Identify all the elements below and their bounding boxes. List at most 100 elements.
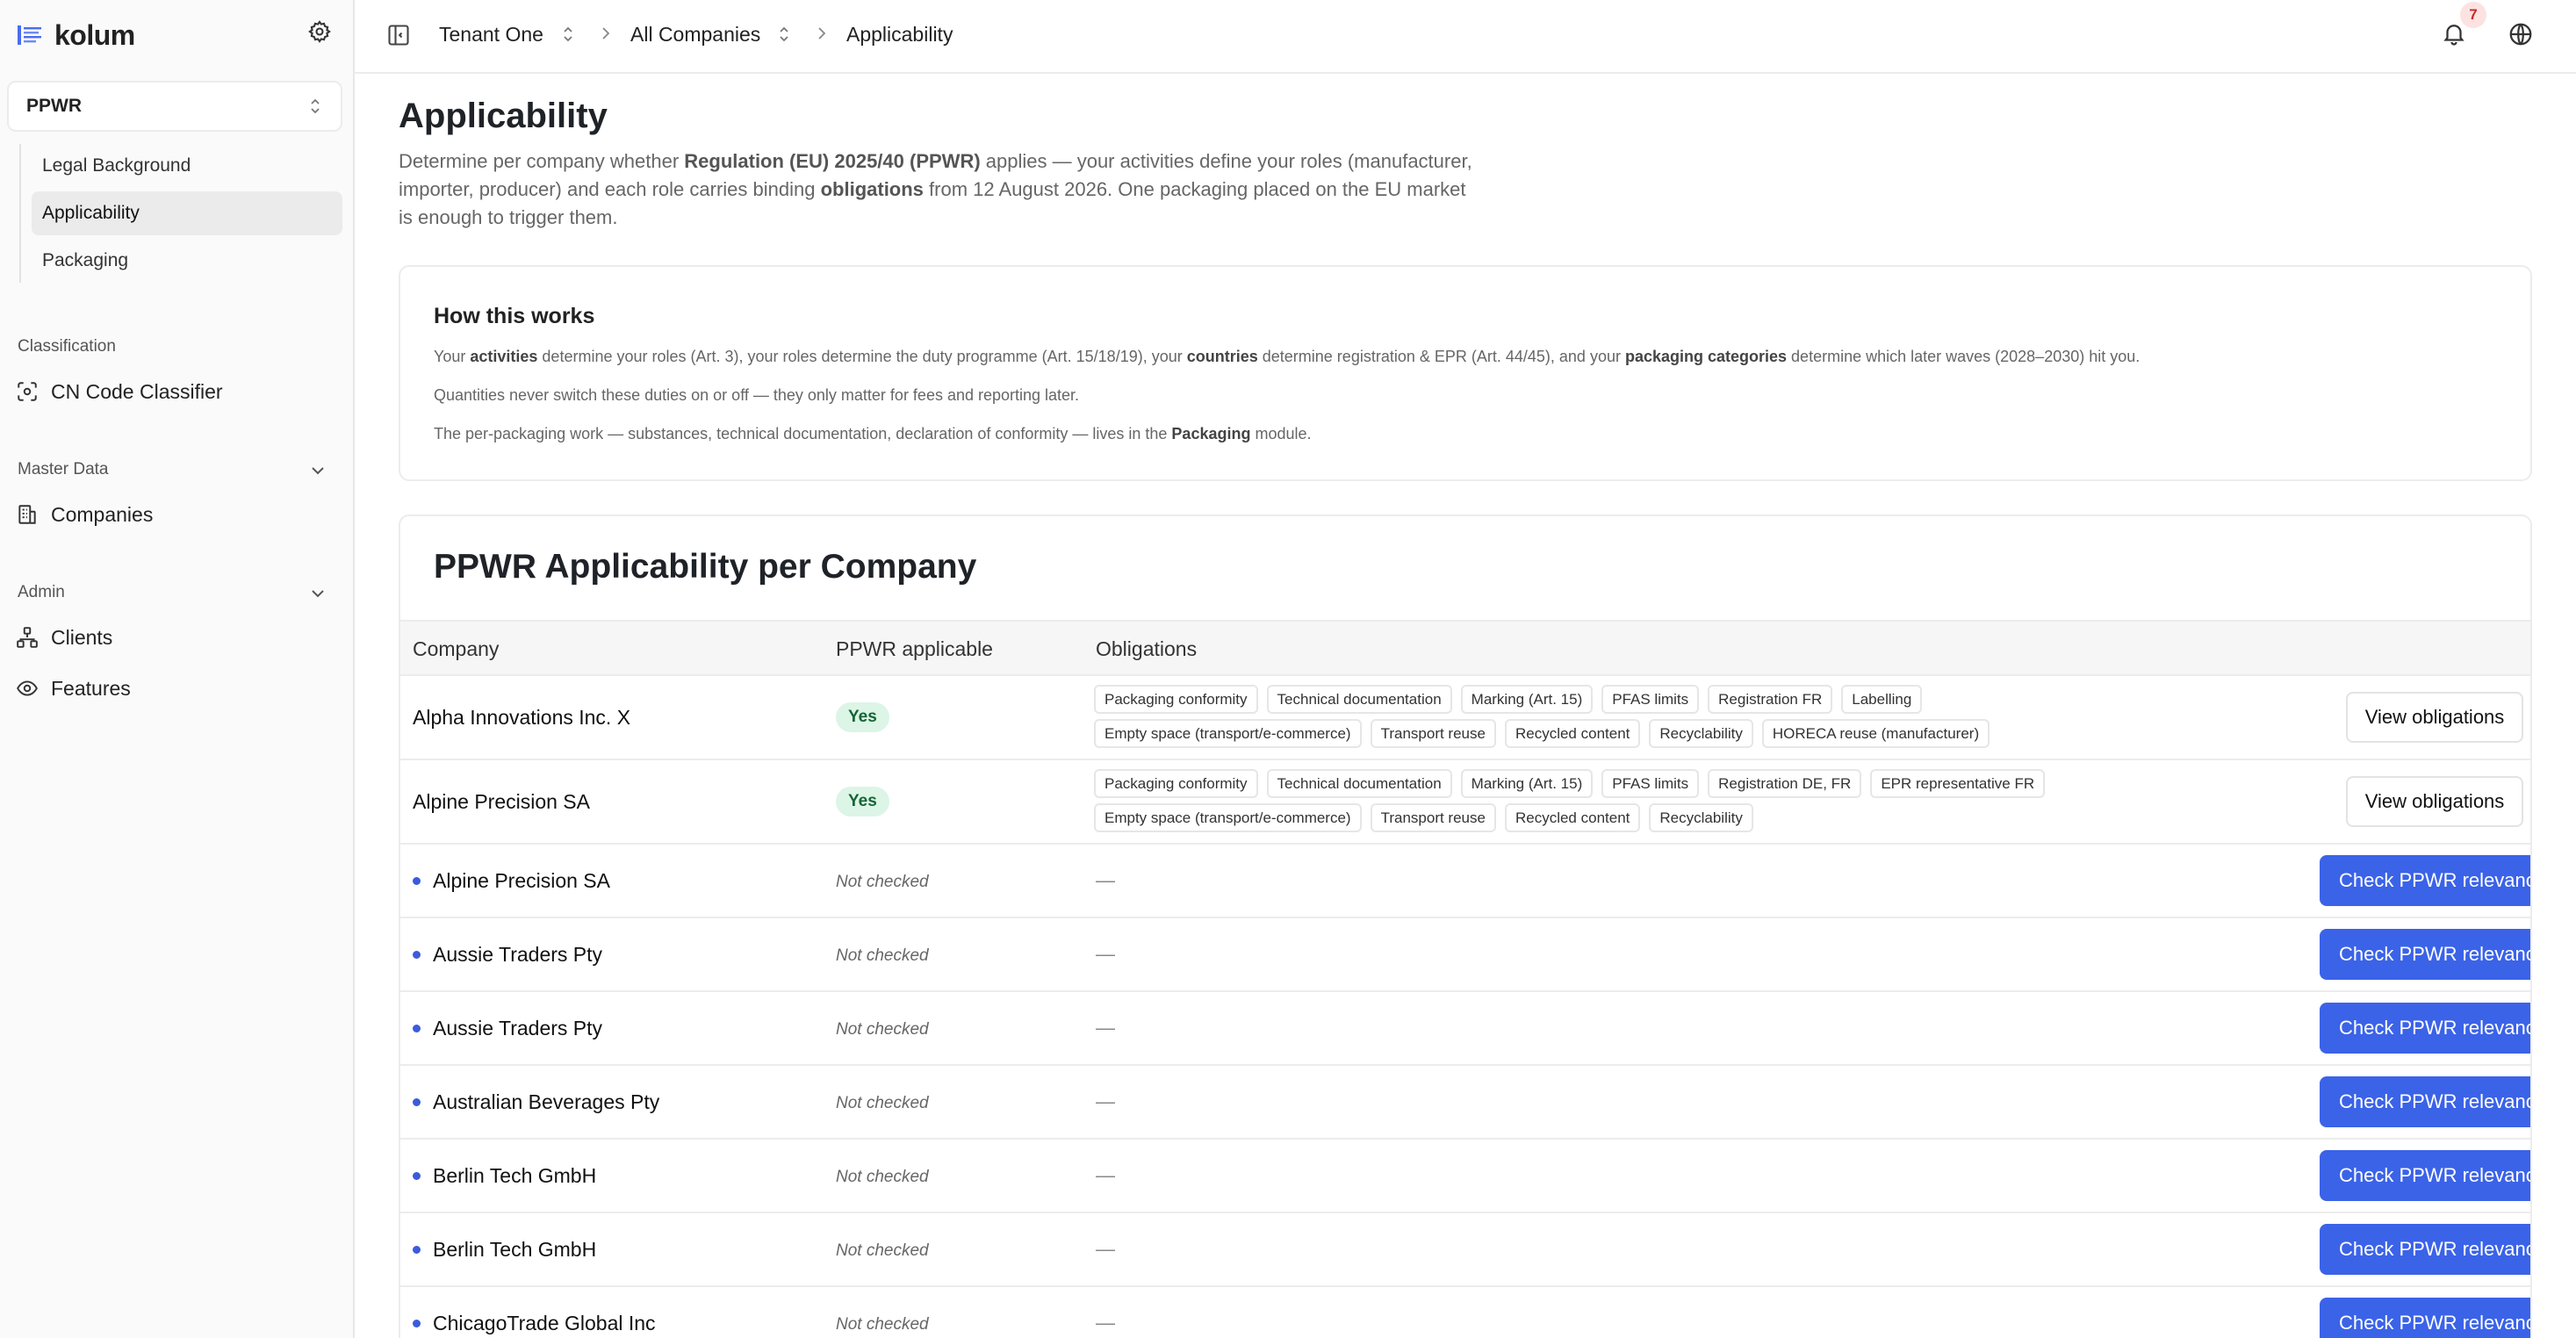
how-line-1: Your activities determine your roles (Ar… <box>434 348 2140 366</box>
tag-row: Empty space (transport/e-commerce) Trans… <box>1094 803 2077 832</box>
obligation-tags: Packaging conformity Technical documenta… <box>1094 685 2077 753</box>
obligations-empty: — <box>1096 1090 1115 1112</box>
chevron-updown-icon[interactable] <box>776 23 792 46</box>
sidebar: kolum PPWR Legal Background Applicabilit… <box>0 0 355 1338</box>
table-header: Company PPWR applicable Obligations <box>400 620 2530 676</box>
table-row: Alpine Precision SA Not checked — Check … <box>400 845 2530 918</box>
check-ppwr-relevance-button[interactable]: Check PPWR relevance <box>2320 1224 2530 1275</box>
how-emphasis: packaging categories <box>1624 348 1788 365</box>
how-emphasis: countries <box>1186 348 1258 365</box>
status-text: Not checked <box>836 1168 929 1186</box>
how-text: Your <box>434 348 471 365</box>
company-cell: Aussie Traders Pty <box>413 943 602 967</box>
breadcrumb-tenant[interactable]: Tenant One <box>439 21 543 47</box>
table-row: Aussie Traders Pty Not checked — Check P… <box>400 918 2530 992</box>
company-cell: Berlin Tech GmbH <box>413 1164 596 1188</box>
notification-badge: 7 <box>2460 2 2486 28</box>
check-ppwr-relevance-button[interactable]: Check PPWR relevance <box>2320 855 2530 906</box>
breadcrumb-companies[interactable]: All Companies <box>630 21 760 47</box>
sidebar-item-clients[interactable]: Clients <box>16 620 112 655</box>
obligations-empty: — <box>1096 1017 1115 1039</box>
module-subnav: Legal Background Applicability Packaging <box>32 144 342 286</box>
status-dot <box>413 951 421 959</box>
table-row: Berlin Tech GmbH Not checked — Check PPW… <box>400 1140 2530 1213</box>
obligation-tag: Registration DE, FR <box>1708 769 1862 798</box>
sidebar-item-cn-code-classifier[interactable]: CN Code Classifier <box>16 374 223 409</box>
obligation-tag: PFAS limits <box>1601 769 1700 798</box>
status-text: Not checked <box>836 1020 929 1039</box>
status-dot <box>413 1246 421 1254</box>
how-text: The per-packaging work — substances, tec… <box>434 425 1172 442</box>
sidebar-toggle-icon[interactable] <box>386 23 411 47</box>
status-dot <box>413 877 421 885</box>
chevron-down-icon[interactable] <box>307 460 328 481</box>
check-ppwr-relevance-button[interactable]: Check PPWR relevance <box>2320 1298 2530 1338</box>
module-selector[interactable]: PPWR <box>7 81 342 132</box>
subnav-item-applicability[interactable]: Applicability <box>32 191 342 235</box>
obligation-tag: Empty space (transport/e-commerce) <box>1094 719 1362 748</box>
app-root: kolum PPWR Legal Background Applicabilit… <box>0 0 2576 1338</box>
gear-icon[interactable] <box>307 19 332 44</box>
status-text: Not checked <box>836 1241 929 1260</box>
column-header-obligations: Obligations <box>1096 637 1198 660</box>
brand[interactable]: kolum <box>18 18 135 53</box>
chevron-updown-icon[interactable] <box>560 23 576 46</box>
obligation-tag: Recycled content <box>1504 803 1641 832</box>
group-label-admin: Admin <box>18 583 65 601</box>
obligation-tag: Packaging conformity <box>1094 769 1258 798</box>
obligation-tags: Packaging conformity Technical documenta… <box>1094 769 2077 838</box>
how-line-2: Quantities never switch these duties on … <box>434 386 1080 404</box>
hierarchy-icon <box>17 627 38 648</box>
obligations-empty: — <box>1096 943 1115 965</box>
view-obligations-button[interactable]: View obligations <box>2346 776 2523 827</box>
how-line-3: The per-packaging work — substances, tec… <box>434 425 1312 443</box>
chevron-down-icon[interactable] <box>307 583 328 604</box>
obligation-tag: Technical documentation <box>1266 769 1452 798</box>
breadcrumb-current: Applicability <box>846 23 953 46</box>
how-this-works-card: How this works Your activities determine… <box>399 265 2532 481</box>
check-ppwr-relevance-button[interactable]: Check PPWR relevance <box>2320 929 2530 980</box>
obligation-tag: Marking (Art. 15) <box>1460 769 1594 798</box>
obligations-empty: — <box>1096 1164 1115 1186</box>
chevron-right-icon <box>818 27 826 40</box>
main-content: Applicability Determine per company whet… <box>355 74 2576 1338</box>
desc-emphasis: Regulation (EU) 2025/40 (PPWR) <box>684 150 981 172</box>
page-description: Determine per company whether Regulation… <box>399 147 1479 232</box>
desc-text: Determine per company whether <box>399 150 685 172</box>
obligation-tag: Technical documentation <box>1266 685 1452 714</box>
company-cell: Aussie Traders Pty <box>413 1017 602 1040</box>
group-label-master-data: Master Data <box>18 460 109 478</box>
company-name: Berlin Tech GmbH <box>433 1164 597 1187</box>
building-icon <box>18 505 36 524</box>
subnav-item-legal-background[interactable]: Legal Background <box>32 144 342 188</box>
sidebar-item-companies[interactable]: Companies <box>16 497 153 532</box>
status-badge: Yes <box>836 702 889 732</box>
how-text: determine your roles (Art. 3), your role… <box>537 348 1187 365</box>
how-text: module. <box>1250 425 1312 442</box>
obligation-tag: Marking (Art. 15) <box>1460 685 1594 714</box>
chevron-updown-icon <box>311 98 320 114</box>
check-ppwr-relevance-button[interactable]: Check PPWR relevance <box>2320 1003 2530 1054</box>
sidebar-item-label: Features <box>51 676 131 700</box>
status-text: Not checked <box>836 873 929 891</box>
table-row: Aussie Traders Pty Not checked — Check P… <box>400 992 2530 1066</box>
subnav-item-packaging[interactable]: Packaging <box>32 239 342 283</box>
check-ppwr-relevance-button[interactable]: Check PPWR relevance <box>2320 1150 2530 1201</box>
view-obligations-button[interactable]: View obligations <box>2346 692 2523 743</box>
globe-icon[interactable] <box>2508 21 2534 47</box>
table-row: Alpha Innovations Inc. X Yes Packaging c… <box>400 676 2530 760</box>
applicability-table-card: PPWR Applicability per Company Company P… <box>399 514 2532 1338</box>
table-row: Berlin Tech GmbH Not checked — Check PPW… <box>400 1213 2530 1287</box>
sidebar-item-features[interactable]: Features <box>16 671 131 706</box>
tag-row: Packaging conformity Technical documenta… <box>1094 685 2077 714</box>
eye-icon <box>17 680 38 696</box>
column-header-applicable: PPWR applicable <box>836 637 993 660</box>
table-row: Alpine Precision SA Yes Packaging confor… <box>400 760 2530 845</box>
obligation-tag: Packaging conformity <box>1094 685 1258 714</box>
kolum-logo-icon <box>18 25 41 45</box>
company-name: Berlin Tech GmbH <box>433 1238 597 1261</box>
company-cell: ChicagoTrade Global Inc <box>413 1312 656 1335</box>
obligation-tag: PFAS limits <box>1601 685 1700 714</box>
table-title: PPWR Applicability per Company <box>434 548 977 586</box>
check-ppwr-relevance-button[interactable]: Check PPWR relevance <box>2320 1076 2530 1127</box>
